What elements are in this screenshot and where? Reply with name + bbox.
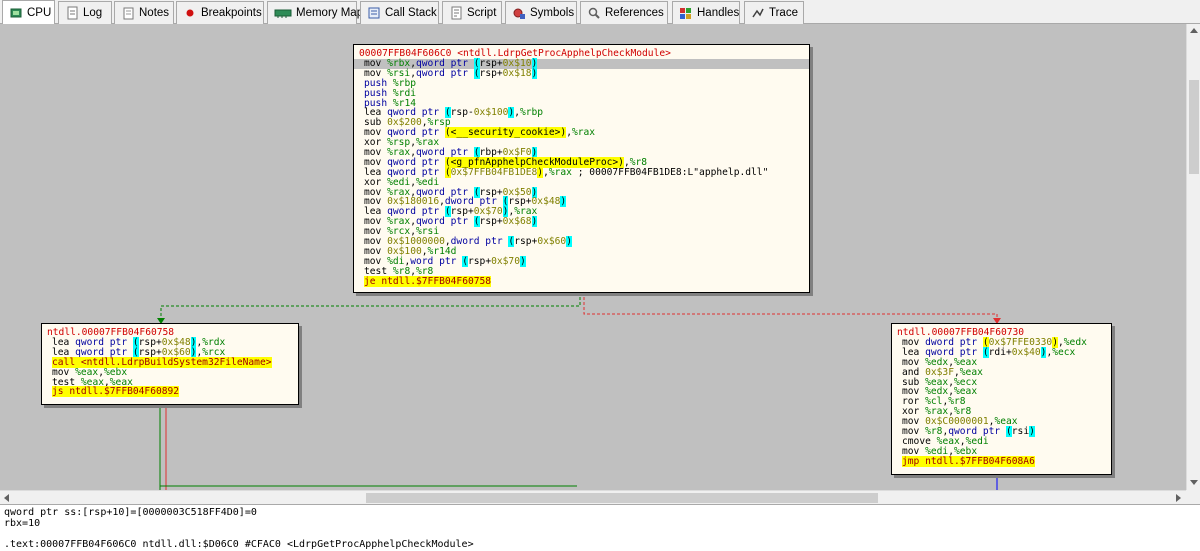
tab-label: Call Stack (385, 7, 437, 19)
info-line: qword ptr ss:[rsp+10]=[0000003C518FF4D0]… (4, 507, 257, 518)
vertical-scrollbar[interactable] (1186, 24, 1200, 490)
scroll-up-icon[interactable] (1190, 28, 1198, 33)
cpu-icon (9, 6, 23, 20)
tab-references[interactable]: References (580, 1, 668, 24)
tab-handles[interactable]: Handles (672, 1, 740, 24)
scrollbar-corner (1186, 490, 1200, 504)
tab-bar: CPU Log Notes Breakpoints Memory Map Cal… (0, 0, 1200, 24)
scroll-right-icon[interactable] (1176, 494, 1181, 502)
edge-to-left-block (160, 297, 581, 322)
info-line (4, 529, 1200, 540)
instruction-line[interactable]: mov %rsi,qword ptr (rsp+0x$18) (359, 67, 809, 79)
tab-call-stack[interactable]: Call Stack (360, 1, 439, 24)
instruction-line[interactable]: push %rbp (359, 78, 809, 89)
vertical-scroll-thumb[interactable] (1189, 80, 1199, 174)
scroll-down-icon[interactable] (1190, 480, 1198, 485)
log-icon (65, 6, 79, 20)
tab-label: Trace (769, 7, 798, 19)
code-block-main[interactable]: 00007FFB04F606C0 <ntdll.LdrpGetProcApphe… (353, 44, 810, 293)
horizontal-scrollbar[interactable] (0, 490, 1186, 504)
info-line: rbx=10 (4, 517, 41, 529)
tab-label: Notes (139, 7, 170, 19)
instruction-line[interactable]: je ntdll.$7FFB04F60758 (359, 275, 809, 287)
symbols-icon (512, 6, 526, 20)
breakpoint-icon (183, 6, 197, 20)
handles-icon (679, 6, 693, 20)
tab-label: Script (467, 7, 497, 19)
tab-cpu[interactable]: CPU (2, 0, 55, 24)
info-line: .text:00007FFB04F606C0 ntdll.dll:$D06C0 … (4, 538, 474, 550)
edge-to-right-block (583, 297, 998, 322)
script-icon (449, 6, 463, 20)
tab-breakpoints[interactable]: Breakpoints (176, 1, 264, 24)
tab-notes[interactable]: Notes (114, 1, 174, 24)
tab-label: Log (83, 7, 103, 19)
instruction-line[interactable]: js ntdll.$7FFB04F60892 (47, 386, 298, 398)
horizontal-scroll-thumb[interactable] (366, 493, 878, 503)
tab-label: Breakpoints (201, 7, 262, 19)
references-icon (587, 6, 601, 20)
instruction-line[interactable]: push %rdi (359, 88, 809, 99)
tab-label: Symbols (530, 7, 575, 19)
tab-label: Handles (697, 7, 740, 19)
scroll-left-icon[interactable] (4, 494, 9, 502)
instruction-line[interactable]: jmp ntdll.$7FFB04F608A6 (897, 455, 1111, 467)
trace-icon (751, 6, 765, 20)
tab-label: References (605, 7, 664, 19)
info-panel: qword ptr ss:[rsp+10]=[0000003C518FF4D0]… (0, 504, 1200, 551)
tab-label: CPU (27, 6, 52, 19)
call-stack-icon (367, 6, 381, 20)
tab-label: Memory Map (296, 7, 364, 19)
memory-map-icon (274, 6, 292, 20)
tab-memory-map[interactable]: Memory Map (267, 1, 363, 24)
tab-log[interactable]: Log (58, 1, 112, 24)
code-block-left[interactable]: ntdll.00007FFB04F60758 lea qword ptr (rs… (41, 323, 299, 405)
tab-script[interactable]: Script (442, 1, 502, 24)
code-block-right[interactable]: ntdll.00007FFB04F60730 mov dword ptr (0x… (891, 323, 1112, 475)
notes-icon (121, 6, 135, 20)
tab-trace[interactable]: Trace (744, 1, 804, 24)
tab-symbols[interactable]: Symbols (505, 1, 577, 24)
